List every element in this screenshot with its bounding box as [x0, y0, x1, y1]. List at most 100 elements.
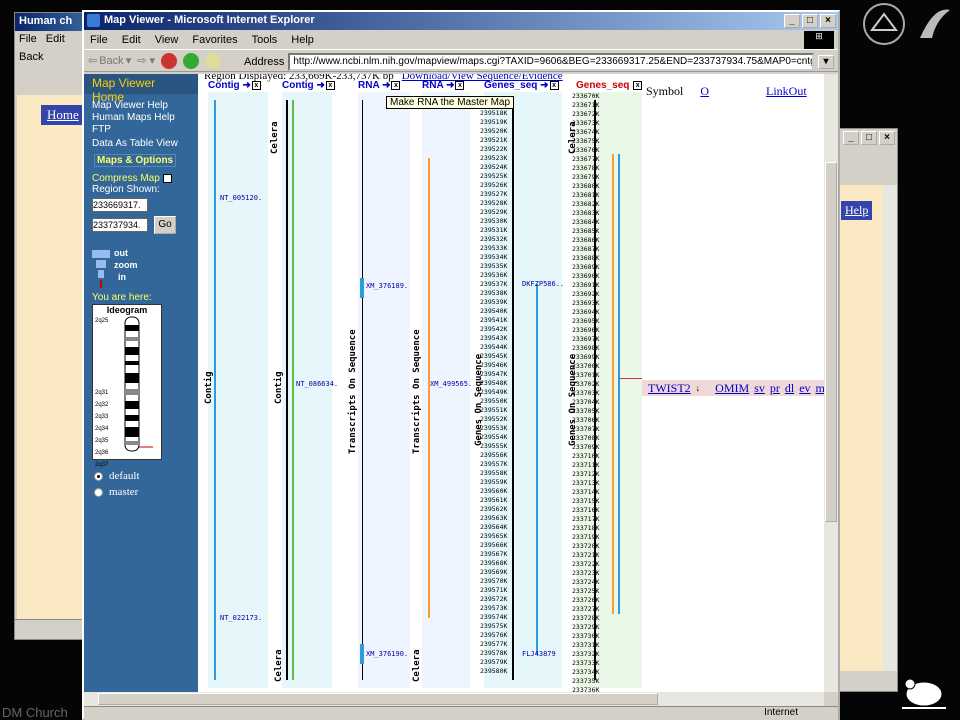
- coordinate-tick: 233678K: [572, 164, 600, 172]
- maximize-button[interactable]: □: [802, 14, 818, 28]
- map-viewer-home-link[interactable]: Map Viewer Home: [84, 74, 198, 104]
- gene-track-blue[interactable]: [618, 154, 620, 614]
- arrow-right-icon[interactable]: ➜: [446, 80, 454, 91]
- column-header-genes-seq-master[interactable]: Genes_seq x: [576, 80, 643, 91]
- forward-button[interactable]: ⇨ ▾: [137, 54, 155, 67]
- arrow-right-icon[interactable]: ➜: [540, 80, 548, 91]
- bg-menu-edit[interactable]: Edit: [46, 33, 65, 45]
- menu-edit[interactable]: Edit: [122, 34, 141, 46]
- omim-link[interactable]: OMIM: [715, 381, 749, 396]
- coordinate-tick: 239532K: [480, 235, 508, 243]
- rw-close-button[interactable]: ×: [879, 131, 895, 145]
- arrow-right-icon[interactable]: ➜: [242, 80, 250, 91]
- genes-axis: [512, 100, 514, 680]
- rw-maximize-button[interactable]: □: [861, 131, 877, 145]
- zoom-control[interactable]: out zoom in: [92, 248, 142, 290]
- rw-scrollbar[interactable]: [883, 185, 897, 671]
- contig-column-1[interactable]: [208, 92, 268, 688]
- rna-label[interactable]: XM_376189.: [366, 282, 408, 290]
- column-header-rna-1[interactable]: RNA ➜ x: [358, 80, 401, 91]
- dl-link[interactable]: dl: [785, 381, 794, 396]
- o-link[interactable]: O: [700, 84, 709, 98]
- bg-back-button[interactable]: Back: [19, 51, 43, 63]
- map-viewer-help-link[interactable]: Map Viewer Help: [84, 100, 198, 112]
- gene-track-blue-2[interactable]: [536, 284, 538, 654]
- scroll-thumb[interactable]: [825, 162, 837, 522]
- rw-minimize-button[interactable]: _: [843, 131, 859, 145]
- coordinate-tick: 233681K: [572, 191, 600, 199]
- coordinate-tick: 239554K: [480, 433, 508, 441]
- rna-label[interactable]: XM_499565.: [430, 380, 472, 388]
- refresh-icon[interactable]: [183, 52, 200, 69]
- menu-view[interactable]: View: [155, 34, 179, 46]
- contig-label[interactable]: NT_086634.: [296, 380, 338, 388]
- chromosome-ideogram[interactable]: Ideogram 2q25 2q31 2q32 2q33 2q34 2q35 2…: [92, 304, 162, 468]
- stop-icon[interactable]: [161, 52, 178, 69]
- column-header-contig-1[interactable]: Contig ➜ x: [208, 80, 261, 91]
- vertical-scrollbar[interactable]: [824, 74, 838, 692]
- radio-default-row[interactable]: default: [84, 470, 140, 482]
- arrow-right-icon[interactable]: ➜: [316, 80, 324, 91]
- back-button[interactable]: ⇦ Back ▾: [88, 54, 131, 68]
- close-column-icon[interactable]: x: [391, 80, 401, 90]
- horizontal-scrollbar[interactable]: [84, 692, 824, 706]
- contig-track[interactable]: [214, 100, 216, 680]
- gene-label[interactable]: FLJ43879: [522, 650, 556, 658]
- minimize-button[interactable]: _: [784, 14, 800, 28]
- data-as-table-view-link[interactable]: Data As Table View: [84, 138, 198, 150]
- rna-column-1[interactable]: [358, 92, 410, 688]
- go-button[interactable]: Go: [154, 216, 176, 234]
- menu-favorites[interactable]: Favorites: [192, 34, 237, 46]
- contig-track-green[interactable]: [292, 100, 294, 680]
- address-dropdown-icon[interactable]: ▾: [818, 55, 834, 69]
- radio-master[interactable]: [94, 487, 103, 497]
- close-column-icon[interactable]: x: [549, 80, 559, 90]
- coordinate-tick: 233699K: [572, 353, 600, 361]
- gene-label[interactable]: DKFZP586..: [522, 280, 564, 288]
- home-link[interactable]: Home: [41, 105, 85, 125]
- ftp-link[interactable]: FTP: [84, 124, 198, 136]
- ev-link[interactable]: ev: [799, 381, 810, 396]
- help-link[interactable]: Help: [841, 201, 873, 220]
- column-header-contig-2[interactable]: Contig ➜ x: [282, 80, 335, 91]
- maps-options-button[interactable]: Maps & Options: [94, 154, 177, 167]
- close-column-icon[interactable]: x: [633, 80, 643, 90]
- close-column-icon[interactable]: x: [325, 80, 335, 90]
- rna-feature[interactable]: [360, 278, 364, 298]
- close-button[interactable]: ×: [820, 14, 836, 28]
- scroll-thumb[interactable]: [98, 693, 658, 705]
- human-maps-help-link[interactable]: Human Maps Help: [84, 112, 198, 124]
- radio-default[interactable]: [94, 471, 103, 481]
- menu-help[interactable]: Help: [291, 34, 314, 46]
- linkout-link[interactable]: LinkOut: [766, 84, 807, 98]
- pr-link[interactable]: pr: [770, 381, 780, 396]
- close-column-icon[interactable]: x: [455, 80, 465, 90]
- bg-menu-file[interactable]: File: [19, 33, 37, 45]
- mm-link[interactable]: mm: [816, 381, 824, 396]
- radio-master-row[interactable]: master: [84, 486, 140, 498]
- column-header-genes-seq-1[interactable]: Genes_seq ➜ x: [484, 80, 559, 91]
- rna-track-orange[interactable]: [428, 158, 430, 618]
- rna-label[interactable]: XM_376190.: [366, 650, 408, 658]
- address-input[interactable]: http://www.ncbi.nlm.nih.gov/mapview/maps…: [288, 53, 814, 71]
- arrow-right-icon[interactable]: ➜: [382, 80, 390, 91]
- zoom-out-link[interactable]: out: [114, 248, 128, 258]
- coordinate-tick: 233679K: [572, 173, 600, 181]
- compress-map-checkbox[interactable]: [162, 173, 172, 183]
- menu-tools[interactable]: Tools: [252, 34, 278, 46]
- coordinate-tick: 239524K: [480, 163, 508, 171]
- gene-track-orange[interactable]: [612, 154, 614, 614]
- menu-file[interactable]: File: [90, 34, 108, 46]
- region-to-input[interactable]: [92, 218, 148, 232]
- region-from-input[interactable]: [92, 198, 148, 212]
- column-header-rna-2[interactable]: RNA ➜ x: [422, 80, 465, 91]
- close-column-icon[interactable]: x: [251, 80, 261, 90]
- sv-link[interactable]: sv: [754, 381, 765, 396]
- rna-feature[interactable]: [360, 644, 364, 664]
- contig-label[interactable]: NT_005120.: [220, 194, 262, 202]
- home-icon[interactable]: [205, 52, 222, 69]
- contig-label[interactable]: NT_022173.: [220, 614, 262, 622]
- contig-column-2[interactable]: [282, 92, 332, 688]
- gene-symbol-link[interactable]: TWIST2: [648, 381, 691, 396]
- zoom-in-link[interactable]: in: [118, 272, 126, 282]
